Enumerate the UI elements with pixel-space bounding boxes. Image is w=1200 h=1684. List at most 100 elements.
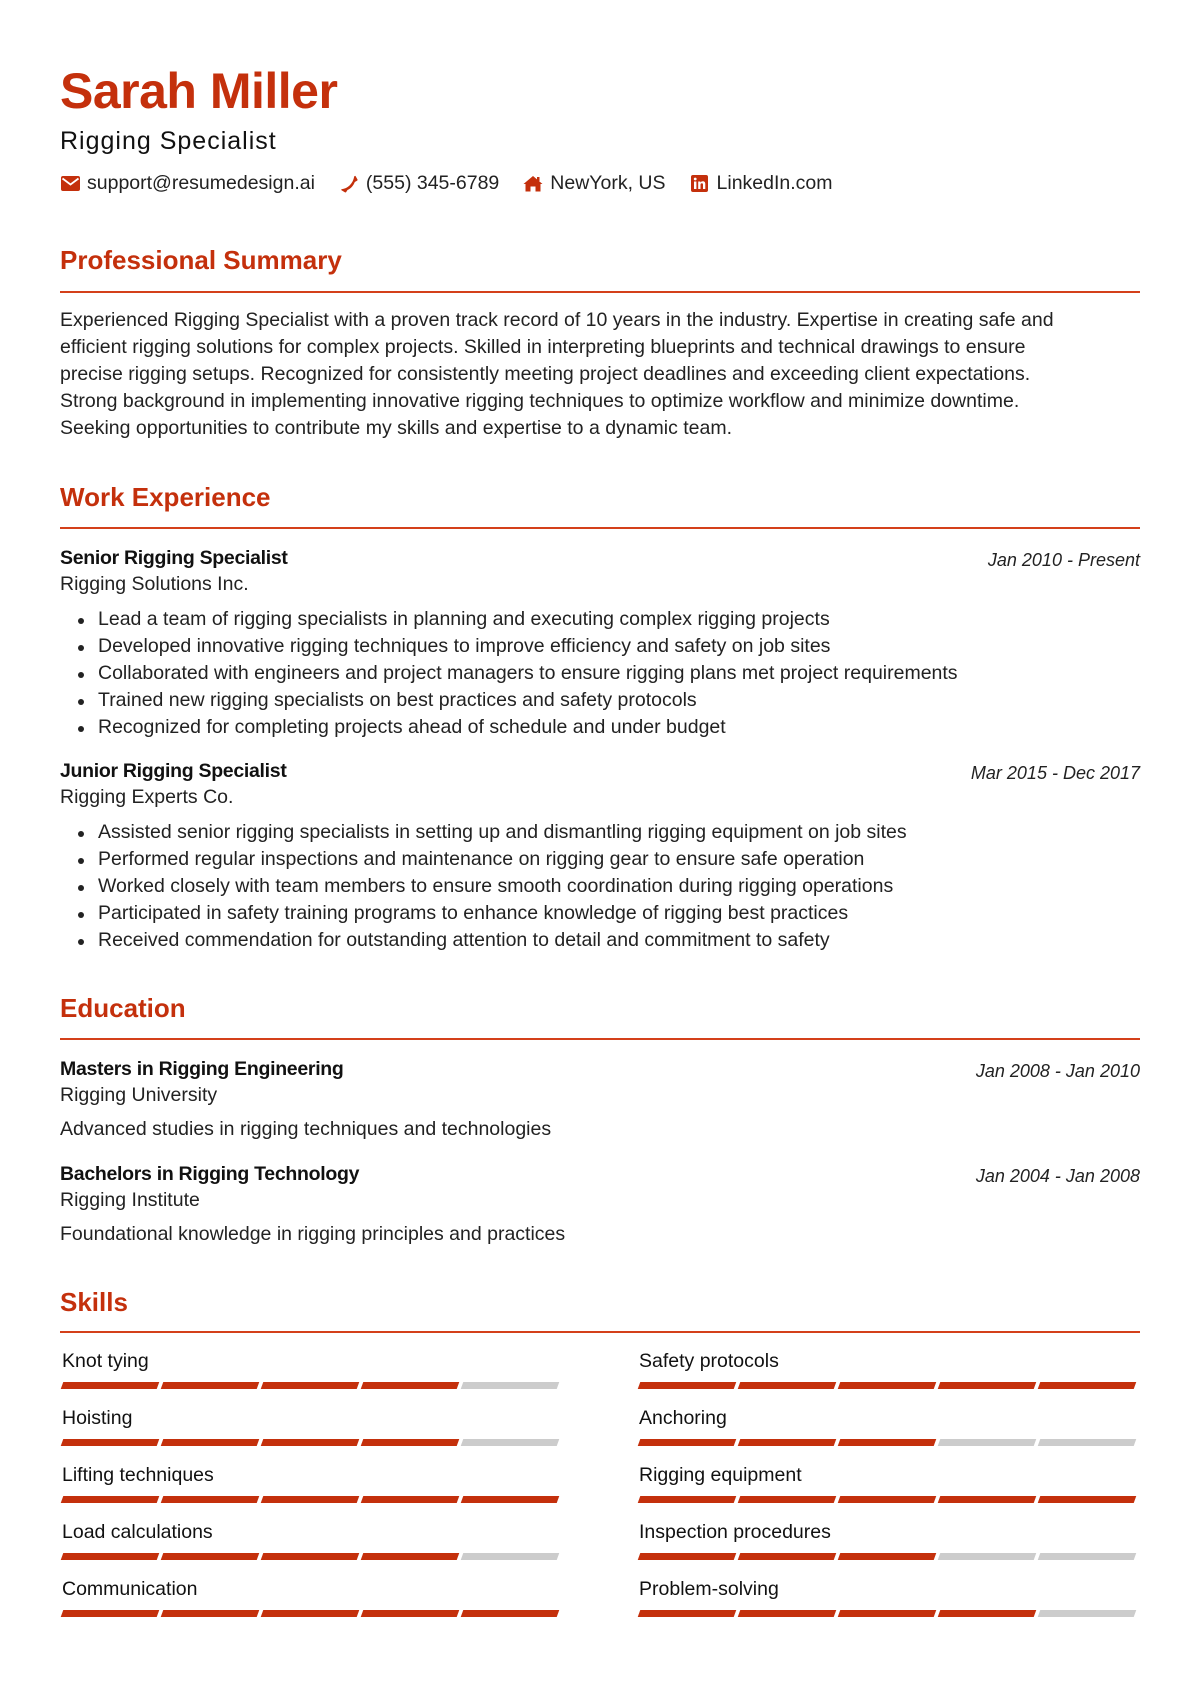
skill-rating-bar [60, 1496, 562, 1503]
experience-section: Work Experience [60, 482, 1140, 513]
skill-item: Safety protocols [637, 1348, 1139, 1389]
contact-email-text: support@resumedesign.ai [87, 172, 315, 194]
contact-email[interactable]: support@resumedesign.ai [60, 172, 315, 195]
skill-segment-filled [937, 1382, 1037, 1389]
skill-item: Hoisting [60, 1405, 562, 1446]
skill-segment-filled [260, 1553, 360, 1560]
skill-rating-bar [60, 1610, 562, 1617]
skill-segment-filled [160, 1553, 260, 1560]
section-heading-skills: Skills [60, 1287, 128, 1317]
skill-segment-filled [360, 1610, 460, 1617]
skill-item: Problem-solving [637, 1576, 1139, 1617]
summary-section: Professional Summary [60, 245, 1140, 276]
skill-item: Communication [60, 1576, 562, 1617]
skill-segment-filled [737, 1382, 837, 1389]
skill-name: Hoisting [62, 1407, 133, 1429]
skill-segment-filled [160, 1382, 260, 1389]
job-title: Senior Rigging Specialist [60, 547, 288, 569]
skill-item: Inspection procedures [637, 1519, 1139, 1560]
education-description: Foundational knowledge in rigging princi… [60, 1223, 566, 1245]
summary-line: Seeking opportunities to contribute my s… [60, 417, 733, 439]
skill-segment-filled [60, 1496, 160, 1503]
skill-name: Lifting techniques [62, 1464, 214, 1486]
job-company: Rigging Solutions Inc. [60, 573, 249, 595]
skill-segment-filled [360, 1496, 460, 1503]
skill-segment-empty [1037, 1439, 1137, 1446]
section-heading-summary: Professional Summary [60, 245, 342, 275]
skill-segment-empty [460, 1439, 560, 1446]
job-bullets: Assisted senior rigging specialists in s… [60, 819, 1140, 954]
education-entry: Masters in Rigging Engineering Rigging U… [60, 1056, 1140, 1143]
education-dates: Jan 2004 - Jan 2008 [975, 1166, 1140, 1186]
school-name: Rigging Institute [60, 1189, 200, 1211]
skill-name: Communication [62, 1578, 198, 1600]
skill-segment-empty [460, 1382, 560, 1389]
skill-segment-filled [737, 1553, 837, 1560]
contact-linkedin[interactable]: LinkedIn.com [690, 172, 833, 195]
education-entry: Bachelors in Rigging Technology Rigging … [60, 1161, 1140, 1248]
contact-location: NewYork, US [523, 172, 666, 195]
job-bullet: Assisted senior rigging specialists in s… [60, 819, 1140, 846]
skill-segment-filled [637, 1610, 737, 1617]
skill-segment-empty [460, 1553, 560, 1560]
job-bullet: Recognized for completing projects ahead… [60, 714, 1140, 741]
skill-segment-filled [937, 1496, 1037, 1503]
skill-segment-filled [260, 1496, 360, 1503]
job-entry: Junior Rigging Specialist Rigging Expert… [60, 758, 1140, 954]
job-dates: Jan 2010 - Present [987, 550, 1140, 570]
skill-segment-filled [60, 1553, 160, 1560]
job-bullet: Trained new rigging specialists on best … [60, 687, 1140, 714]
skill-segment-filled [837, 1496, 937, 1503]
skill-segment-empty [937, 1439, 1037, 1446]
contact-phone-text: (555) 345-6789 [365, 172, 500, 194]
job-entry: Senior Rigging Specialist Rigging Soluti… [60, 545, 1140, 741]
summary-paragraph: Experienced Rigging Specialist with a pr… [60, 307, 1140, 442]
skill-segment-filled [360, 1382, 460, 1389]
job-bullet: Received commendation for outstanding at… [60, 927, 1140, 954]
skill-name: Problem-solving [639, 1578, 779, 1600]
skill-rating-bar [60, 1382, 562, 1389]
job-company: Rigging Experts Co. [60, 786, 234, 808]
skill-segment-filled [737, 1496, 837, 1503]
envelope-icon [60, 174, 80, 194]
job-bullet: Developed innovative rigging techniques … [60, 633, 1140, 660]
section-heading-experience: Work Experience [60, 482, 271, 512]
job-bullet: Collaborated with engineers and project … [60, 660, 1140, 687]
skill-segment-filled [1037, 1496, 1137, 1503]
skill-segment-filled [837, 1610, 937, 1617]
skill-rating-bar [637, 1496, 1139, 1503]
skill-segment-filled [837, 1439, 937, 1446]
summary-line: efficient rigging solutions for complex … [60, 336, 1026, 358]
section-heading-education: Education [60, 993, 186, 1023]
skill-rating-bar [60, 1553, 562, 1560]
skill-segment-filled [937, 1610, 1037, 1617]
contact-phone[interactable]: (555) 345-6789 [339, 172, 499, 195]
section-divider [60, 291, 1140, 293]
education-section: Education [60, 993, 1140, 1024]
job-bullet: Performed regular inspections and mainte… [60, 846, 1140, 873]
skill-segment-empty [1037, 1610, 1137, 1617]
phone-icon [339, 174, 359, 194]
skill-segment-filled [360, 1553, 460, 1560]
summary-line: Experienced Rigging Specialist with a pr… [60, 309, 1054, 331]
skill-name: Rigging equipment [639, 1464, 802, 1486]
skill-item: Lifting techniques [60, 1462, 562, 1503]
skill-name: Inspection procedures [639, 1521, 831, 1543]
skill-segment-filled [637, 1382, 737, 1389]
candidate-title: Rigging Specialist [60, 127, 277, 155]
skill-segment-filled [837, 1553, 937, 1560]
skill-item: Load calculations [60, 1519, 562, 1560]
school-name: Rigging University [60, 1084, 218, 1106]
job-bullet: Lead a team of rigging specialists in pl… [60, 606, 1140, 633]
skill-segment-empty [937, 1553, 1037, 1560]
skill-segment-filled [160, 1439, 260, 1446]
skill-segment-filled [60, 1610, 160, 1617]
linkedin-icon [690, 174, 710, 194]
section-divider [60, 1331, 1140, 1333]
skill-rating-bar [60, 1439, 562, 1446]
skill-segment-filled [1037, 1382, 1137, 1389]
skill-name: Safety protocols [639, 1350, 779, 1372]
education-description: Advanced studies in rigging techniques a… [60, 1118, 552, 1140]
skill-item: Rigging equipment [637, 1462, 1139, 1503]
skill-segment-filled [260, 1610, 360, 1617]
